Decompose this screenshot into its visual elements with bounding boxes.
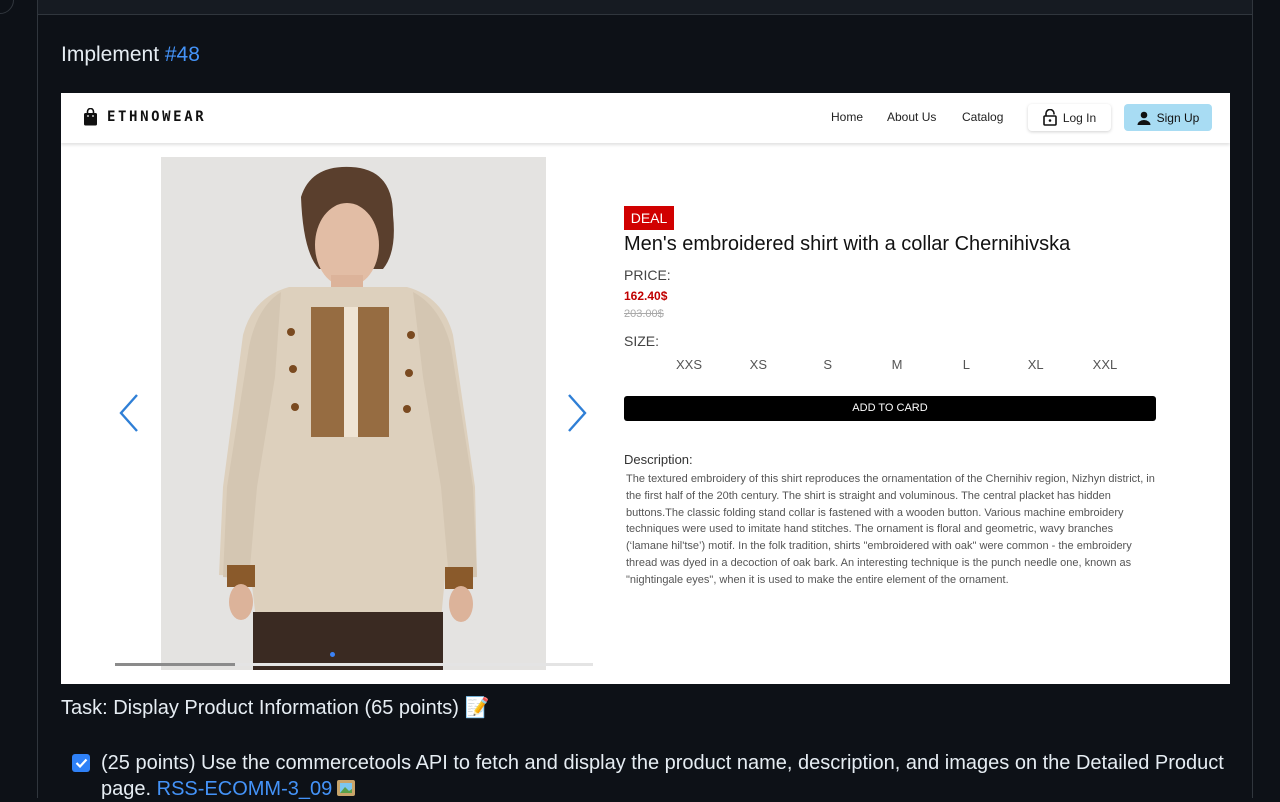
size-option[interactable]: XXS bbox=[664, 357, 714, 375]
product-name: Men's embroidered shirt with a collar Ch… bbox=[624, 233, 1071, 255]
signup-label: Sign Up bbox=[1156, 110, 1200, 125]
check-icon bbox=[75, 758, 87, 768]
description-label: Description: bbox=[624, 452, 693, 467]
task-item: (25 points) Use the commercetools API to… bbox=[101, 750, 1241, 802]
product-description: The textured embroidery of this shirt re… bbox=[626, 473, 1155, 586]
shop-navbar: ETHNOWEAR Home About Us Catalog Log In S… bbox=[61, 93, 1230, 143]
size-option[interactable]: S bbox=[803, 357, 853, 375]
login-label: Log In bbox=[1062, 110, 1097, 125]
brand-logo[interactable]: ETHNOWEAR bbox=[83, 108, 206, 126]
framed-picture-icon bbox=[337, 780, 356, 796]
add-to-cart-button[interactable]: ADD TO CARD bbox=[624, 396, 1156, 421]
next-arrow-icon[interactable] bbox=[566, 393, 588, 433]
divider bbox=[37, 14, 1253, 15]
carousel-scrollbar[interactable] bbox=[115, 663, 593, 666]
carousel-scroll-thumb[interactable] bbox=[115, 663, 235, 666]
product-screenshot: ETHNOWEAR Home About Us Catalog Log In S… bbox=[61, 93, 1230, 684]
nav-about[interactable]: About Us bbox=[887, 110, 936, 124]
size-option[interactable]: XS bbox=[733, 357, 783, 375]
size-option[interactable]: XXL bbox=[1080, 357, 1130, 375]
price: 162.40$ bbox=[624, 289, 668, 303]
carousel-dot[interactable] bbox=[330, 652, 335, 657]
old-price: 203.00$ bbox=[624, 308, 664, 320]
signup-button[interactable]: Sign Up bbox=[1124, 104, 1212, 131]
task-title: Task: Display Product Information (65 po… bbox=[61, 697, 490, 719]
nav-home[interactable]: Home bbox=[831, 110, 863, 124]
user-icon bbox=[1137, 111, 1151, 125]
deal-badge: DEAL bbox=[624, 206, 674, 230]
lock-icon bbox=[1043, 109, 1057, 126]
size-label: SIZE: bbox=[624, 333, 660, 349]
size-option[interactable]: XL bbox=[1011, 357, 1061, 375]
size-option[interactable]: L bbox=[941, 357, 991, 375]
issue-link[interactable]: #48 bbox=[165, 43, 200, 66]
login-button[interactable]: Log In bbox=[1028, 104, 1111, 131]
product-image[interactable] bbox=[161, 157, 546, 670]
implement-prefix: Implement bbox=[61, 43, 165, 66]
brand-name: ETHNOWEAR bbox=[107, 109, 207, 125]
implement-heading: Implement #48 bbox=[61, 41, 200, 69]
shirt-model-illustration bbox=[161, 157, 546, 670]
avatar-edge bbox=[0, 0, 14, 14]
price-label: PRICE: bbox=[624, 267, 671, 283]
shopping-bag-icon bbox=[84, 108, 97, 126]
task-link[interactable]: RSS-ECOMM-3_09 bbox=[157, 778, 333, 800]
nav-catalog[interactable]: Catalog bbox=[962, 110, 1003, 124]
size-options: XXS XS S M L XL XXL bbox=[664, 357, 1130, 375]
size-option[interactable]: M bbox=[872, 357, 922, 375]
task-checkbox[interactable] bbox=[72, 754, 90, 772]
prev-arrow-icon[interactable] bbox=[118, 393, 140, 433]
